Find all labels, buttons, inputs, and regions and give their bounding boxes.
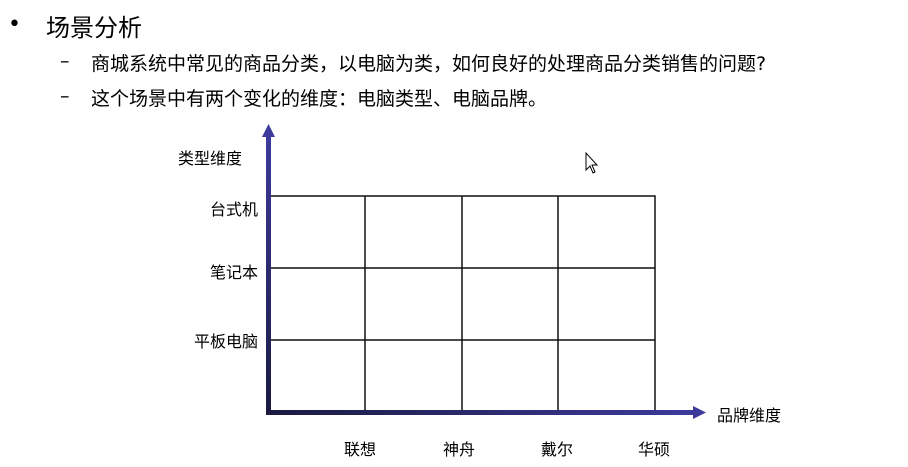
grid-and-axes: [262, 124, 706, 419]
mouse-cursor-icon: [585, 151, 599, 174]
x-axis-arrow-icon: [693, 406, 706, 419]
y-axis-arrow-icon: [262, 124, 275, 137]
y-axis-line: [266, 134, 271, 414]
grid-lines: [267, 195, 656, 413]
x-axis-line: [266, 410, 696, 415]
